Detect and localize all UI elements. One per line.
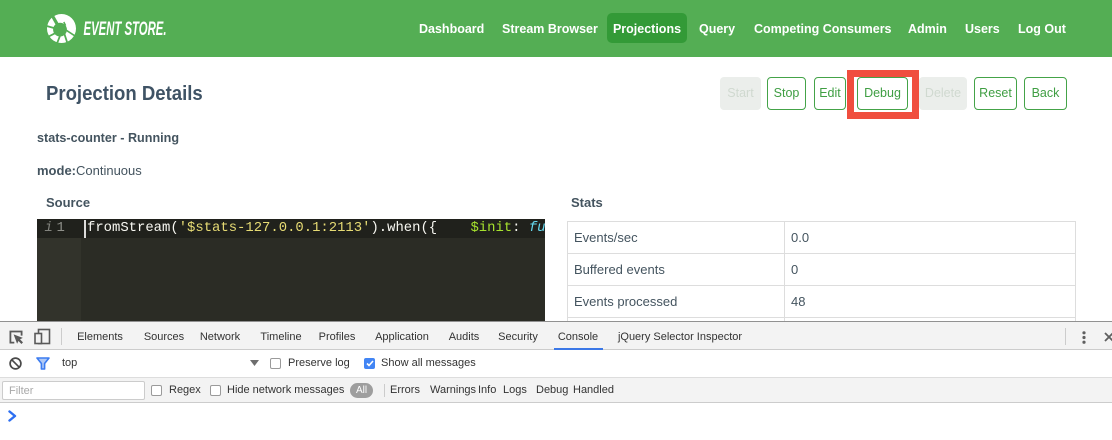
svg-text:EVENT STORE.: EVENT STORE. (84, 18, 167, 40)
